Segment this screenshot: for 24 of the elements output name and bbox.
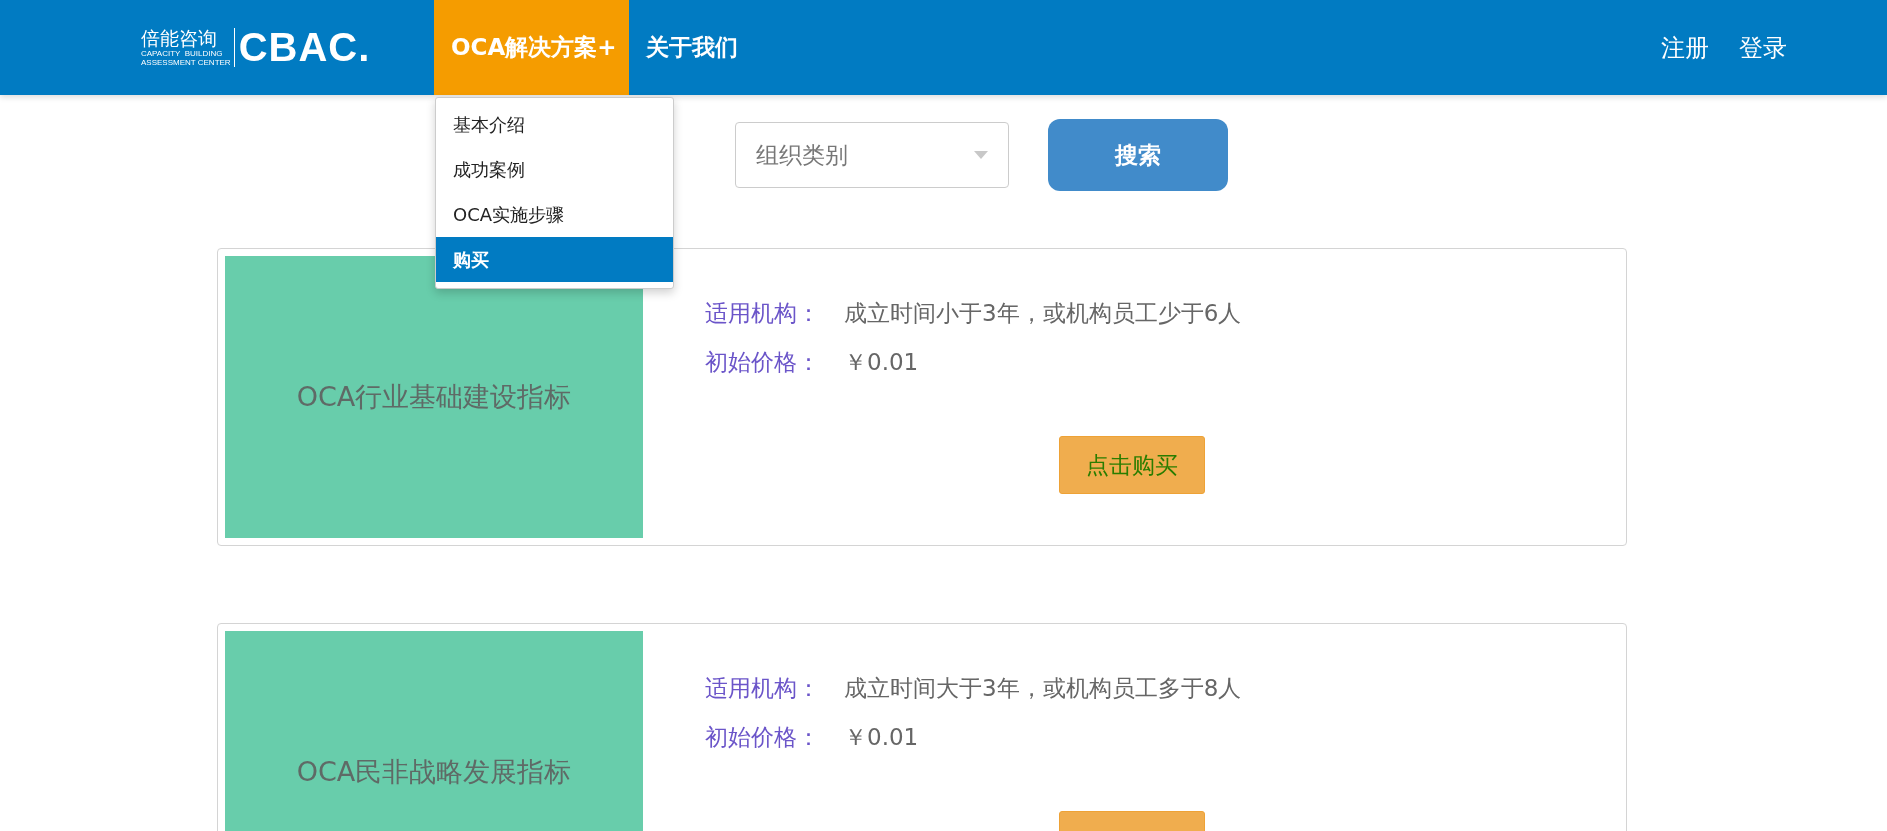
buy-button[interactable]: 点击购买 bbox=[1059, 436, 1205, 494]
menu-item[interactable]: 成功案例 bbox=[436, 147, 673, 192]
logo-subtitle: CAPACITY BUILDING bbox=[141, 49, 224, 58]
logo-subtitle: ASSESSMENT CENTER bbox=[141, 58, 231, 67]
logo-mark: CBAC. bbox=[238, 25, 371, 70]
field-value: 成立时间大于3年，或机构员工多于8人 bbox=[844, 674, 1242, 703]
caret-icon bbox=[974, 151, 988, 159]
menu-item[interactable]: 基本介绍 bbox=[436, 102, 673, 147]
field-label: 初始价格： bbox=[705, 723, 820, 752]
field-label: 适用机构： bbox=[705, 299, 820, 328]
field-label: 初始价格： bbox=[705, 348, 820, 377]
product-title: OCA民非战略发展指标 bbox=[225, 631, 643, 831]
field-label: 适用机构： bbox=[705, 674, 820, 703]
field-value: 成立时间小于3年，或机构员工少于6人 bbox=[844, 299, 1242, 328]
menu-item[interactable]: OCA实施步骤 bbox=[436, 192, 673, 237]
account-link[interactable]: 登录 bbox=[1739, 31, 1787, 64]
category-select[interactable]: 组织类别 bbox=[735, 122, 1009, 188]
search-button[interactable]: 搜索 bbox=[1048, 119, 1228, 191]
field-value: ￥0.01 bbox=[844, 348, 919, 377]
nav-tab[interactable]: 关于我们 bbox=[628, 0, 750, 95]
menu-item[interactable]: 购买 bbox=[436, 237, 673, 282]
account-link[interactable]: 注册 bbox=[1661, 31, 1709, 64]
field-value: ￥0.01 bbox=[844, 723, 919, 752]
logo-chinese: 倍能咨询 bbox=[141, 28, 218, 49]
